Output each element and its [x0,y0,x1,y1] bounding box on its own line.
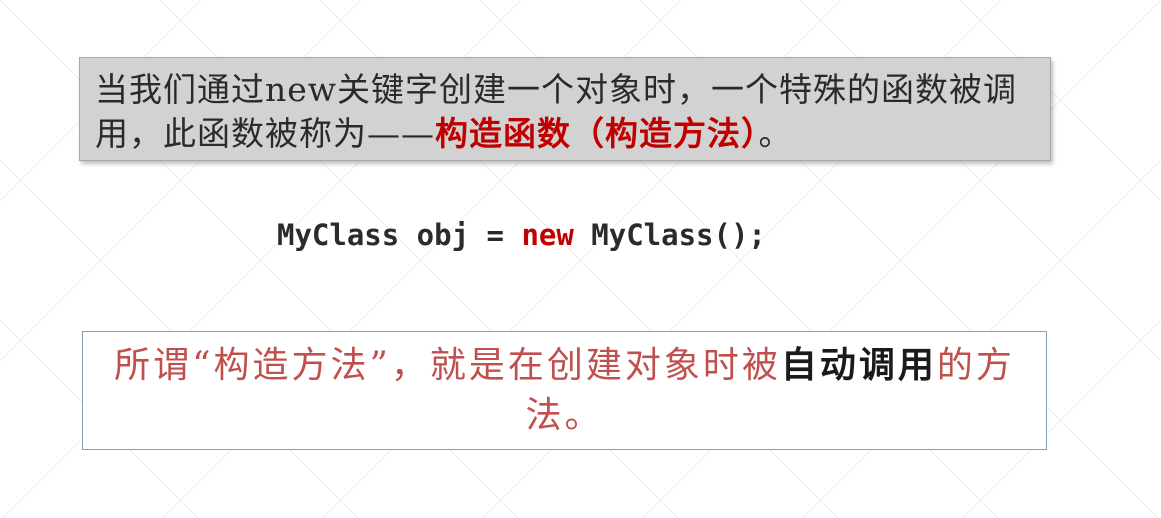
intro-period: 。 [758,114,793,153]
code-new-keyword: new [521,218,574,252]
definition-box: 所谓“构造方法”，就是在创建对象时被自动调用的方法。 [82,331,1047,450]
code-example: MyClass obj = new MyClass(); [277,218,766,252]
definition-emphasis: 自动调用 [780,344,937,386]
constructor-term: 构造函数（构造方法） [435,114,759,153]
code-declaration: MyClass obj = [277,218,522,252]
intro-text-box: 当我们通过new关键字创建一个对象时，一个特殊的函数被调用，此函数被称为——构造… [79,57,1051,161]
definition-text: 所谓“构造方法”，就是在创建对象时被 [114,345,781,386]
code-constructor-call: MyClass(); [573,218,766,252]
